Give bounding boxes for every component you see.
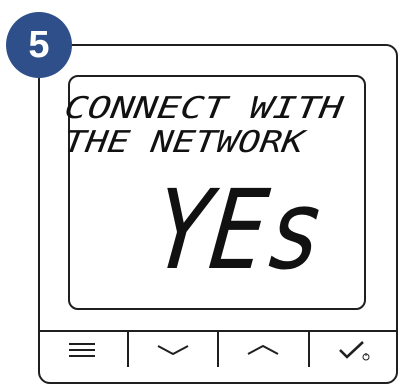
step-number-badge: 5 — [6, 12, 72, 78]
checkmark-power-icon — [338, 340, 370, 360]
display-line-2: THE NETWORK — [62, 125, 309, 160]
display-line-1: CONNECT WITH — [62, 91, 346, 126]
display-value: YEs — [147, 167, 330, 295]
button-bar — [38, 330, 398, 367]
chevron-up-icon — [247, 344, 279, 355]
confirm-button[interactable] — [310, 332, 399, 367]
menu-button[interactable] — [38, 332, 129, 367]
up-button[interactable] — [219, 332, 310, 367]
chevron-down-icon — [157, 344, 189, 355]
down-button[interactable] — [129, 332, 219, 367]
menu-icon — [69, 342, 96, 357]
